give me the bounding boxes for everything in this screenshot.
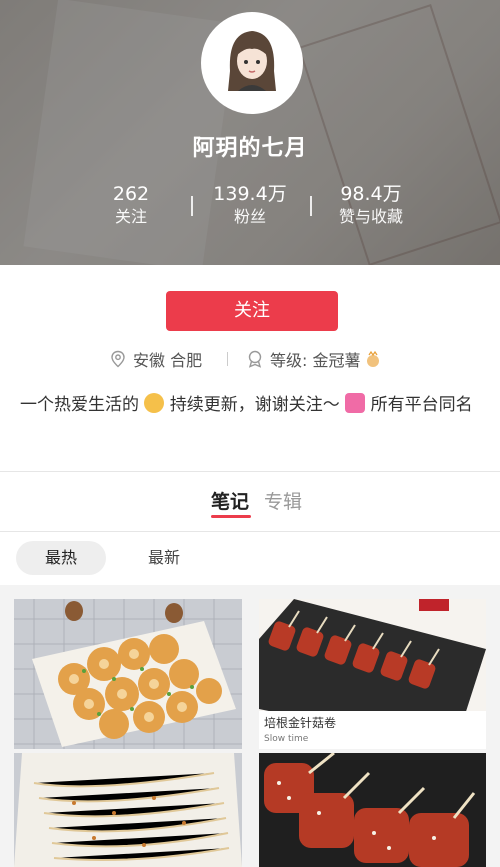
tab-albums[interactable]: 专辑 [264, 487, 302, 514]
avatar-illustration [228, 31, 276, 91]
note-card[interactable] [14, 599, 242, 749]
note-cover-image [259, 753, 486, 867]
tab-notes[interactable]: 笔记 [211, 487, 249, 514]
likes-count: 98.4万 [340, 183, 402, 205]
bio-text-part3: 所有平台同名 [370, 395, 473, 415]
note-cover-image [14, 599, 242, 749]
content-tabs: 笔记 专辑 [0, 487, 500, 527]
note-cover-image [14, 753, 242, 867]
note-card[interactable] [259, 753, 486, 867]
following-stat[interactable]: 262 关注 [66, 182, 196, 228]
nickname: 阿玥的七月 [192, 136, 308, 161]
section-divider [0, 471, 500, 472]
profile-header: 阿玥的七月 262 关注 139.4万 粉丝 98.4万 赞与收藏 [0, 0, 500, 265]
bio-text-part1: 一个热爱生活的 [20, 395, 139, 415]
location-text: 安徽 合肥 [133, 351, 203, 370]
potato-icon [367, 350, 380, 367]
likes-stat[interactable]: 98.4万 赞与收藏 [306, 182, 436, 228]
active-tab-indicator [211, 515, 251, 518]
likes-label: 赞与收藏 [338, 207, 403, 226]
location: 安徽 合肥 [109, 347, 202, 371]
sort-hot-button[interactable]: 最热 [16, 541, 106, 575]
followers-stat[interactable]: 139.4万 粉丝 [185, 182, 315, 228]
avatar[interactable] [201, 12, 303, 114]
card-caption: 培根金针菇卷 [264, 715, 336, 730]
girl-emoji-icon [144, 393, 165, 413]
hearts-emoji-icon [345, 393, 366, 413]
sort-bar: 最热 最新 [0, 540, 500, 584]
following-label: 关注 [114, 207, 147, 226]
bio-text-part2: 持续更新，谢谢关注～ [169, 395, 346, 415]
location-pin-icon [111, 350, 125, 368]
followers-count: 139.4万 [213, 183, 287, 205]
meta-divider [227, 352, 228, 366]
bio: 一个热爱生活的 持续更新，谢谢关注～ 所有平台同名 [20, 390, 480, 420]
card-subcaption: Slow time [264, 734, 309, 744]
level-badge-icon [248, 350, 262, 368]
following-count: 262 [112, 183, 150, 205]
level-text: 等级: 金冠薯 [270, 351, 361, 370]
sort-new-button[interactable]: 最新 [148, 541, 180, 575]
section-divider [0, 531, 500, 532]
note-card[interactable] [14, 753, 242, 867]
follow-button[interactable]: 关注 [166, 291, 338, 331]
note-cover-image: 培根金针菇卷 Slow time [259, 599, 486, 749]
followers-label: 粉丝 [233, 207, 266, 226]
note-card[interactable]: 培根金针菇卷 Slow time [259, 599, 486, 749]
user-level[interactable]: 等级: 金冠薯 [246, 347, 382, 371]
